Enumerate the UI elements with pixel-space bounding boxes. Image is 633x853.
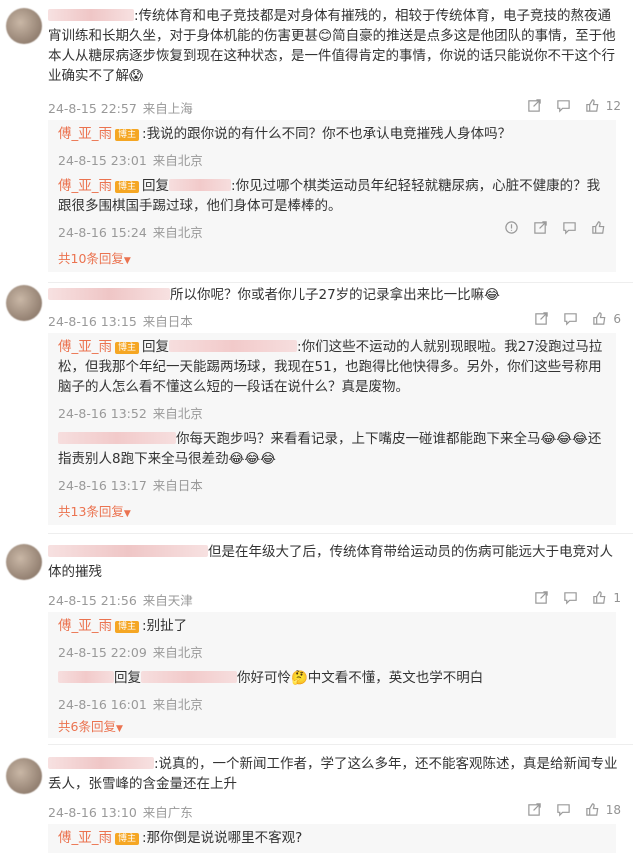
more-replies-link[interactable]: 共13条回复▼	[58, 501, 131, 520]
reply-author[interactable]: 傅_亚_雨	[58, 830, 112, 846]
caret-down-icon: ▼	[123, 509, 131, 519]
blurred-username	[141, 671, 237, 683]
comment-meta: 24-8-15 22:57 来自上海	[48, 98, 193, 117]
share-icon[interactable]	[534, 311, 549, 326]
comment-time: 24-8-15 22:57	[48, 101, 137, 116]
reply-item: 你每天跑步吗？来看看记录，上下嘴皮一碰谁都能跑下来全马😂😂😂还指责别人8跑下来全…	[58, 429, 610, 469]
reply-box: 傅_亚_雨 博主:我说的跟你说的有什么不同？你不也承认电竞摧残人身体吗？ 24-8…	[48, 120, 616, 272]
reply-meta: 24-8-15 23:01 来自北京	[58, 153, 203, 168]
comment-icon[interactable]	[563, 311, 578, 326]
blogger-badge: 博主	[115, 181, 140, 193]
comment-text: 但是在年级大了后，传统体育带给运动员的伤病可能远大于电竞对人体的摧残	[48, 544, 613, 580]
reply-author[interactable]: 傅_亚_雨	[58, 339, 112, 355]
like-button[interactable]: 1	[592, 590, 621, 605]
reply-meta: 24-8-16 15:24 来自北京	[58, 225, 203, 240]
reply-text: :我说的跟你说的有什么不同？你不也承认电竞摧残人身体吗？	[142, 126, 512, 142]
avatar[interactable]	[6, 758, 42, 794]
blurred-username	[169, 179, 232, 191]
blurred-username	[48, 545, 208, 557]
comment-actions: 18	[527, 802, 621, 817]
comment-icon[interactable]	[556, 802, 571, 817]
caret-down-icon: ▼	[123, 256, 131, 266]
comment-meta: 24-8-16 13:15 来自日本	[48, 314, 193, 329]
like-icon	[592, 590, 607, 605]
reply-box: 傅_亚_雨 博主 回复:你们这些不运动的人就别现眼啦。我27没跑过马拉松，但我那个年…	[48, 333, 616, 525]
reply-meta: 24-8-16 13:17 来自日本	[58, 478, 203, 493]
like-icon	[585, 802, 600, 817]
reply-author[interactable]: 傅_亚_雨	[58, 126, 112, 142]
comment-actions: 6	[534, 311, 621, 326]
avatar[interactable]	[6, 544, 42, 580]
blurred-username	[58, 432, 176, 444]
blurred-username	[48, 288, 170, 300]
reply-text: :那你倒是说说哪里不客观?	[142, 830, 303, 846]
blogger-badge: 博主	[115, 342, 140, 354]
comment-meta: 24-8-15 21:56 来自天津	[48, 593, 193, 608]
caret-down-icon: ▼	[115, 724, 123, 734]
comment-text: :说真的，一个新闻工作者，学了这么多年，还不能客观陈述，真是给新闻专业丢人，张雪…	[48, 756, 618, 792]
blurred-username	[58, 671, 114, 683]
reply-item: 傅_亚_雨 博主:那你倒是说说哪里不客观?	[58, 828, 610, 848]
blogger-badge: 博主	[115, 129, 140, 141]
blurred-username	[169, 340, 298, 352]
like-button[interactable]: 6	[592, 311, 621, 326]
more-replies-link[interactable]: 共10条回复▼	[58, 248, 131, 267]
reply-box: 傅_亚_雨 博主:那你倒是说说哪里不客观?	[48, 824, 616, 853]
reply-text: :别扯了	[142, 618, 188, 634]
blogger-badge: 博主	[115, 621, 140, 633]
reply-prefix: 回复	[142, 178, 170, 194]
reply-text: :你见过哪个棋类运动员年纪轻轻就糖尿病，心脏不健康的？我跟很多围棋国手踢过球，他…	[58, 178, 601, 214]
reply-item: 傅_亚_雨 博主:我说的跟你说的有什么不同？你不也承认电竞摧残人身体吗？	[58, 124, 610, 144]
like-count: 12	[605, 98, 621, 113]
reply-item: 傅_亚_雨 博主 回复:你们这些不运动的人就别现眼啦。我27没跑过马拉松，但我那个年…	[58, 339, 603, 395]
reply-item: 回复 你好可怜🤔中文看不懂，英文也学不明白	[58, 668, 610, 688]
reply-item: 傅_亚_雨 博主:别扯了	[58, 616, 610, 636]
like-count: 1	[613, 590, 621, 605]
like-button[interactable]: 18	[585, 802, 621, 817]
share-icon[interactable]	[527, 802, 542, 817]
reply-text: 你好可怜🤔中文看不懂，英文也学不明白	[237, 670, 484, 686]
comment-actions: 12	[527, 98, 621, 113]
divider	[48, 533, 633, 534]
like-icon	[592, 311, 607, 326]
avatar[interactable]	[6, 285, 42, 321]
comment-icon[interactable]	[556, 98, 571, 113]
comment-meta: 24-8-16 13:10 来自广东	[48, 805, 193, 820]
reply-actions	[504, 220, 606, 235]
blurred-username	[48, 757, 154, 769]
report-icon[interactable]	[504, 220, 519, 235]
reply-meta: 24-8-16 13:52 来自北京	[58, 406, 203, 421]
comment-icon[interactable]	[562, 220, 577, 235]
avatar[interactable]	[6, 8, 42, 44]
comment-location: 来自上海	[142, 101, 193, 116]
reply-item: 傅_亚_雨 博主 回复:你见过哪个棋类运动员年纪轻轻就糖尿病，心脏不健康的？我跟很多…	[58, 176, 610, 216]
comment-icon[interactable]	[563, 590, 578, 605]
share-icon[interactable]	[527, 98, 542, 113]
like-icon	[585, 98, 600, 113]
reply-text: :你们这些不运动的人就别现眼啦。我27没跑过马拉松，但我那个年纪一天能踢两场球，…	[58, 339, 603, 395]
like-count: 6	[613, 311, 621, 326]
share-icon[interactable]	[533, 220, 548, 235]
like-button[interactable]: 12	[585, 98, 621, 113]
reply-meta: 24-8-15 22:09 来自北京	[58, 645, 203, 660]
blurred-username	[48, 9, 134, 21]
reply-box: 傅_亚_雨 博主:别扯了 24-8-15 22:09 来自北京 回复 你好可怜🤔中文看…	[48, 612, 616, 738]
reply-author[interactable]: 傅_亚_雨	[58, 618, 112, 634]
divider	[48, 744, 633, 745]
like-icon[interactable]	[591, 220, 606, 235]
comment-text: :传统体育和电子竞技都是对身体有摧残的，相较于传统体育，电子竞技的熬夜通宵训练和…	[48, 8, 616, 84]
divider	[48, 282, 633, 283]
comment-text: 所以你呢？你或者你儿子27岁的记录拿出来比一比嘛😂	[48, 285, 620, 305]
share-icon[interactable]	[534, 590, 549, 605]
more-replies-link[interactable]: 共6条回复▼	[58, 716, 123, 735]
comment-actions: 1	[534, 590, 621, 605]
reply-meta: 24-8-16 16:01 来自北京	[58, 697, 203, 712]
reply-author[interactable]: 傅_亚_雨	[58, 178, 112, 194]
blogger-badge: 博主	[115, 833, 140, 845]
like-count: 18	[605, 802, 621, 817]
